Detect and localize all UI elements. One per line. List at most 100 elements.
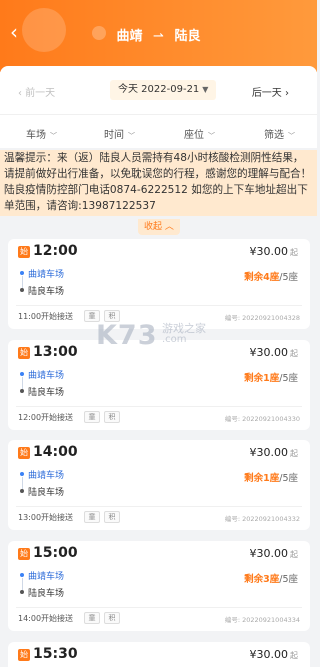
departure-time: 13:00 [33, 344, 78, 360]
notice-banner: 温馨提示：来（返）陆良人员需持有48小时核酸检测阴性结果，请提前做好出行准备，以… [0, 150, 317, 216]
chevron-down-icon: ﹀ [208, 132, 215, 140]
chevron-down-icon: ﹀ [50, 132, 57, 140]
price-value: ¥30.00 [249, 346, 289, 359]
origin-station: 曲靖车场 [28, 270, 65, 280]
price-unit: 起 [290, 349, 298, 358]
points-tag: 积 [104, 310, 120, 322]
next-day-button[interactable]: 后一天 › [252, 84, 289, 99]
points-tag: 积 [104, 411, 120, 423]
seats-left: 剩余1座 [244, 373, 280, 384]
filter-time[interactable]: 时间 ﹀ [104, 126, 135, 141]
price-value: ¥30.00 [249, 245, 289, 258]
trip-card[interactable]: 始 14:00 ¥30.00 起 曲靖车场 陆良车场 剩余1座/5座 13:00开… [8, 440, 310, 530]
trip-card[interactable]: 始 12:00 ¥30.00 起 曲靖车场 陆良车场 剩余4座/5座 11:00开… [8, 239, 310, 329]
destination-dot-icon [20, 489, 24, 493]
shuttle-start-time: 13:00开始接送 [18, 513, 74, 522]
destination-station: 陆良车场 [28, 488, 65, 498]
trip-code: 编号: 20220921004330 [224, 415, 300, 423]
shuttle-start-time: 11:00开始接送 [18, 312, 74, 321]
collapse-notice-button[interactable]: 收起 ︿ [138, 219, 180, 235]
filter-station[interactable]: 车场 ﹀ [26, 126, 57, 141]
price-unit: 起 [290, 449, 298, 458]
collapse-label: 收起 [144, 222, 163, 232]
seats-remaining: 剩余4座/5座 [244, 269, 298, 283]
date-picker[interactable]: 今天 2022-09-21 ▼ [110, 80, 217, 100]
seats-remaining: 剩余1座/5座 [244, 370, 298, 384]
filter-label: 时间 [104, 130, 124, 141]
price: ¥30.00 起 [250, 346, 299, 359]
divider [16, 305, 302, 306]
filter-label: 座位 [184, 130, 204, 141]
seats-total: /5座 [279, 473, 298, 484]
divider [16, 607, 302, 608]
route-line [21, 578, 23, 590]
seats-remaining: 剩余1座/5座 [244, 470, 298, 484]
trip-code: 编号: 2022092100432​8 [224, 314, 300, 322]
route-arrow-icon: ⇀ [153, 29, 164, 44]
prev-day-button[interactable]: ‹ 前一天 [18, 84, 55, 99]
filter-bar: 车场 ﹀ 时间 ﹀ 座位 ﹀ 筛选 ﹀ [0, 114, 317, 148]
trip-card[interactable]: 始 15:00 ¥30.00 起 曲靖车场 陆良车场 剩余3座/5座 14:00开… [8, 541, 310, 631]
route-line [21, 477, 23, 489]
chevron-up-icon: ︿ [162, 222, 174, 232]
from-city: 曲靖 [116, 29, 143, 44]
price: ¥30.00 起 [250, 547, 299, 560]
destination-dot-icon [20, 590, 24, 594]
price: ¥30.00 起 [250, 245, 299, 258]
prev-day-label: 前一天 [25, 88, 56, 99]
origin-dot-icon [20, 472, 24, 476]
seats-left: 剩余3座 [244, 574, 280, 585]
departure-time: 14:00 [33, 444, 78, 460]
points-tag: 积 [104, 612, 120, 624]
price-unit: 起 [290, 248, 298, 257]
filter-more[interactable]: 筛选 ﹀ [264, 126, 295, 141]
destination-station: 陆良车场 [28, 287, 65, 297]
points-tag: 积 [104, 511, 120, 523]
child-tag: 童 [84, 411, 100, 423]
start-badge: 始 [18, 548, 30, 560]
origin-dot-icon [20, 271, 24, 275]
trip-code: 编号: 20220921004332 [224, 515, 300, 523]
seats-left: 剩余1座 [244, 473, 280, 484]
caret-down-icon: ▼ [202, 85, 209, 94]
divider [16, 406, 302, 407]
route-line [21, 377, 23, 389]
origin-station: 曲靖车场 [28, 371, 65, 381]
destination-station: 陆良车场 [28, 589, 65, 599]
child-tag: 童 [84, 310, 100, 322]
start-badge: 始 [18, 649, 30, 661]
seats-total: /5座 [279, 574, 298, 585]
origin-station: 曲靖车场 [28, 471, 65, 481]
start-badge: 始 [18, 347, 30, 359]
filter-label: 车场 [26, 130, 46, 141]
chevron-down-icon: ﹀ [288, 132, 295, 140]
destination-dot-icon [20, 389, 24, 393]
child-tag: 童 [84, 511, 100, 523]
origin-station: 曲靖车场 [28, 572, 65, 582]
start-badge: 始 [18, 447, 30, 459]
destination-station: 陆良车场 [28, 388, 65, 398]
price-value: ¥30.00 [249, 547, 289, 560]
filter-seats[interactable]: 座位 ﹀ [184, 126, 215, 141]
trip-card[interactable]: 始 13:00 ¥30.00 起 曲靖车场 陆良车场 剩余1座/5座 12:00开… [8, 340, 310, 430]
trip-card[interactable]: 始 15:30 ¥30.00 起 [8, 642, 310, 667]
start-badge: 始 [18, 246, 30, 258]
next-day-label: 后一天 [251, 88, 282, 99]
seats-remaining: 剩余3座/5座 [244, 571, 298, 585]
price-value: ¥30.00 [249, 648, 289, 661]
departure-time: 15:30 [33, 646, 78, 662]
date-bar: ‹ 前一天 今天 2022-09-21 ▼ 后一天 › [0, 66, 317, 114]
divider [16, 506, 302, 507]
seats-total: /5座 [279, 373, 298, 384]
route-title: 曲靖 ⇀ 陆良 [0, 25, 317, 44]
shuttle-start-time: 12:00开始接送 [18, 413, 74, 422]
origin-dot-icon [20, 372, 24, 376]
price: ¥30.00 起 [250, 446, 299, 459]
destination-dot-icon [20, 288, 24, 292]
trip-code: 编号: 20220921004334 [224, 616, 300, 624]
chevron-down-icon: ﹀ [128, 132, 135, 140]
seats-total: /5座 [279, 272, 298, 283]
current-date: 今天 2022-09-21 [118, 84, 200, 95]
seats-left: 剩余4座 [244, 272, 280, 283]
to-city: 陆良 [174, 29, 201, 44]
